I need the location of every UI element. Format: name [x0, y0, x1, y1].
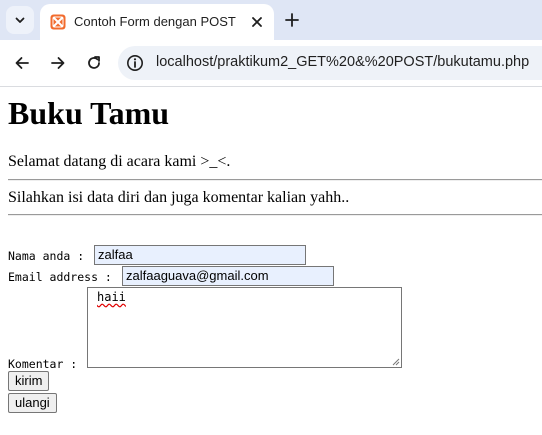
email-input[interactable]: zalfaaguava@gmail.com [122, 266, 334, 286]
tab-strip: Contoh Form dengan POST [0, 0, 542, 40]
forward-button[interactable] [47, 52, 69, 74]
welcome-text: Selamat datang di acara kami >_<. [8, 153, 231, 170]
resize-handle-icon[interactable] [392, 358, 400, 366]
arrow-left-icon [15, 57, 29, 69]
instruction-text: Silahkan isi data diri dan juga komentar… [8, 189, 350, 206]
tab-title: Contoh Form dengan POST [74, 14, 236, 29]
plus-icon [285, 13, 299, 27]
divider [8, 179, 542, 181]
url-text: localhost/praktikum2_GET%20&%20POST/buku… [156, 54, 530, 70]
page-content: Buku Tamu Selamat datang di acara kami >… [0, 87, 542, 435]
arrow-right-icon [51, 57, 65, 69]
submit-button[interactable]: kirim [8, 371, 50, 391]
browser-toolbar: localhost/praktikum2_GET%20&%20POST/buku… [0, 40, 542, 87]
reload-button[interactable] [83, 52, 105, 74]
chevron-down-icon [15, 17, 25, 23]
active-tab[interactable]: Contoh Form dengan POST [40, 4, 274, 40]
comment-text: haii [97, 290, 126, 304]
reload-icon [88, 56, 100, 69]
name-label: Nama anda : [8, 249, 85, 263]
email-label: Email address : [8, 270, 112, 284]
divider [8, 214, 542, 216]
tab-search-button[interactable] [6, 6, 34, 34]
new-tab-button[interactable] [282, 10, 302, 30]
page-title: Buku Tamu [8, 95, 170, 131]
reset-button[interactable]: ulangi [8, 393, 57, 413]
close-icon [252, 17, 262, 27]
comment-label: Komentar : [8, 357, 78, 371]
tab-close-button[interactable] [248, 13, 266, 31]
info-icon[interactable] [126, 54, 144, 72]
xampp-icon [50, 14, 66, 30]
back-button[interactable] [11, 52, 33, 74]
comment-textarea[interactable]: haii [87, 287, 402, 368]
address-bar[interactable]: localhost/praktikum2_GET%20&%20POST/buku… [118, 46, 542, 80]
name-input[interactable]: zalfaa [94, 245, 306, 265]
